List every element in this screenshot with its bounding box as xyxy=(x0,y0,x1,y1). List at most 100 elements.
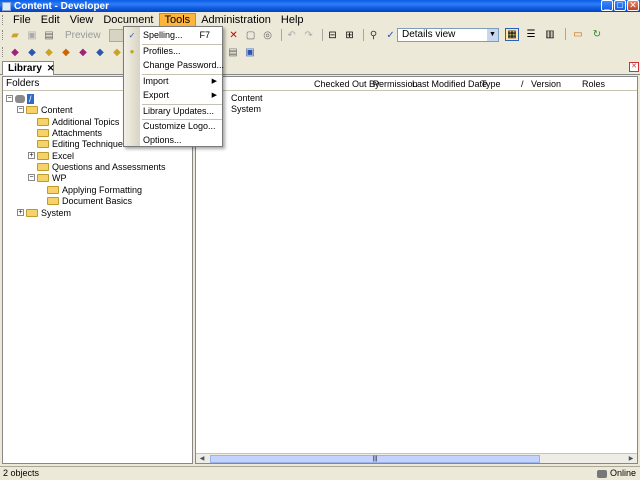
menu-bar: File Edit View Document Tools Administra… xyxy=(0,13,640,27)
menu-item-options[interactable]: Options... xyxy=(124,134,222,147)
tree-item-label: Excel xyxy=(52,150,75,161)
collapse-icon[interactable]: − xyxy=(6,95,13,102)
preview-button[interactable]: Preview xyxy=(59,29,107,42)
column-header-permission[interactable]: Permission xyxy=(373,79,418,89)
new-web-page-icon[interactable]: ◆ xyxy=(110,46,124,59)
column-header-last-modified[interactable]: Last Modified Date xyxy=(412,79,487,89)
folder-icon xyxy=(26,208,38,217)
print-icon[interactable]: ▤ xyxy=(42,29,56,42)
collapse-icon[interactable]: − xyxy=(28,174,35,181)
menu-edit[interactable]: Edit xyxy=(36,13,65,27)
menu-item-export[interactable]: Export ▶ xyxy=(124,89,222,102)
menu-item-label: Import xyxy=(143,76,169,86)
details-view-icon[interactable]: ▦ xyxy=(505,28,519,41)
tree-item-editing-techniques[interactable]: Editing Techniques xyxy=(37,138,127,149)
scrollbar-thumb[interactable]: ||| xyxy=(210,455,540,463)
column-header-roles[interactable]: Roles xyxy=(582,79,605,89)
tree-item-wp[interactable]: − WP xyxy=(28,172,67,183)
menu-item-library-updates[interactable]: Library Updates... xyxy=(124,105,222,118)
list-view-icon[interactable]: ☰ xyxy=(524,28,538,41)
tree-item-label: WP xyxy=(52,172,67,183)
maximize-button[interactable]: □ xyxy=(614,0,626,11)
minimize-button[interactable]: _ xyxy=(601,0,613,11)
import-icon[interactable]: ▣ xyxy=(243,46,257,59)
columns-view-icon[interactable]: ▥ xyxy=(543,28,557,41)
toolbar2-grip-icon[interactable] xyxy=(2,47,5,57)
tree-item-system[interactable]: + System xyxy=(17,207,71,218)
expand-icon[interactable]: ⊞ xyxy=(343,29,357,42)
tree-item-attachments[interactable]: Attachments xyxy=(37,127,102,138)
column-header-sort[interactable]: / xyxy=(521,79,524,89)
tree-item-label: Attachments xyxy=(52,127,103,138)
tree-item-document-basics[interactable]: Document Basics xyxy=(47,195,132,206)
menu-item-profiles[interactable]: ● Profiles... xyxy=(124,45,222,58)
profiles-icon: ● xyxy=(129,47,135,56)
menu-item-import[interactable]: Import ▶ xyxy=(124,75,222,88)
menu-document[interactable]: Document xyxy=(98,13,158,27)
menubar-grip-icon[interactable] xyxy=(2,15,5,25)
collapse-icon[interactable]: − xyxy=(17,106,24,113)
toolbar-grip-icon[interactable] xyxy=(2,30,5,40)
menu-tools[interactable]: Tools xyxy=(158,13,197,27)
tree-item-questions[interactable]: Questions and Assessments xyxy=(37,161,166,172)
open-folder-icon[interactable]: ▰ xyxy=(8,29,22,42)
new-topic-icon[interactable]: ◆ xyxy=(25,46,39,59)
list-item[interactable]: System xyxy=(231,104,261,114)
new-section-icon[interactable]: ◆ xyxy=(42,46,56,59)
folder-icon xyxy=(37,151,49,160)
properties-icon[interactable]: ▭ xyxy=(571,28,585,41)
close-button[interactable]: ✕ xyxy=(627,0,639,11)
spellcheck-icon[interactable]: ✓ xyxy=(384,29,398,42)
tree-item-content[interactable]: − Content xyxy=(17,104,73,115)
chevron-down-icon[interactable]: ▼ xyxy=(487,29,498,41)
view-select-value: Details view xyxy=(402,29,456,40)
new-glossary-icon[interactable]: ◆ xyxy=(76,46,90,59)
search-icon[interactable]: ⚲ xyxy=(367,29,381,42)
undo-icon[interactable]: ↶ xyxy=(285,29,299,42)
folder-icon xyxy=(26,105,38,114)
tree-item-additional-topics[interactable]: Additional Topics xyxy=(37,116,119,127)
scroll-left-icon[interactable]: ◀ xyxy=(197,455,207,463)
cut-icon[interactable]: ▢ xyxy=(244,29,258,42)
view-select[interactable]: Details view ▼ xyxy=(397,28,499,42)
menu-item-spelling[interactable]: ✓ Spelling... F7 xyxy=(124,29,222,42)
horizontal-scrollbar[interactable]: ◀ ||| ▶ xyxy=(196,453,637,463)
redo-icon[interactable]: ↷ xyxy=(302,29,316,42)
new-package-icon[interactable]: ◆ xyxy=(59,46,73,59)
menu-view[interactable]: View xyxy=(65,13,99,27)
column-header-type[interactable]: Type xyxy=(481,79,501,89)
menu-item-label: Options... xyxy=(143,135,182,145)
menu-file[interactable]: File xyxy=(8,13,36,27)
list-item[interactable]: Content xyxy=(231,93,263,103)
library-toolbar: ◆ ◆ ◆ ◆ ◆ ◆ ◆ ◆ ▤ ▣ xyxy=(0,44,640,60)
column-header-checked-out-by[interactable]: Checked Out By xyxy=(314,79,380,89)
scroll-right-icon[interactable]: ▶ xyxy=(626,455,636,463)
refresh-icon[interactable]: ↻ xyxy=(590,28,604,41)
shortcut-label: F7 xyxy=(199,30,210,40)
new-role-icon[interactable]: ◆ xyxy=(93,46,107,59)
expand-icon[interactable]: + xyxy=(28,152,35,159)
expand-icon[interactable]: + xyxy=(17,209,24,216)
tree-item-label: / xyxy=(27,93,34,104)
close-pane-icon[interactable]: ✕ xyxy=(629,62,639,72)
menu-item-customize-logo[interactable]: Customize Logo... xyxy=(124,120,222,133)
new-document-icon[interactable]: ◆ xyxy=(8,46,22,59)
collapse-icon[interactable]: ⊟ xyxy=(326,29,340,42)
export-icon[interactable]: ▤ xyxy=(226,46,240,59)
menu-administration[interactable]: Administration xyxy=(196,13,276,27)
window-title: Content - Developer xyxy=(14,0,110,12)
save-icon[interactable]: ▣ xyxy=(25,29,39,42)
tab-close-icon[interactable]: ✕ xyxy=(47,63,55,74)
tree-item-root[interactable]: − / xyxy=(6,93,34,104)
menu-help[interactable]: Help xyxy=(276,13,309,27)
find-icon[interactable]: ◎ xyxy=(261,29,275,42)
tree-item-applying-formatting[interactable]: Applying Formatting xyxy=(47,184,142,195)
delete-icon[interactable]: ✕ xyxy=(227,29,241,42)
tree-item-label: Content xyxy=(41,104,73,115)
menu-item-label: Export xyxy=(143,90,170,100)
column-header-version[interactable]: Version xyxy=(531,79,561,89)
menu-item-label: Customize Logo... xyxy=(143,121,216,131)
tab-library[interactable]: Library ✕ xyxy=(2,61,54,75)
menu-item-change-password[interactable]: Change Password... xyxy=(124,59,224,72)
tree-item-excel[interactable]: + Excel xyxy=(28,150,74,161)
